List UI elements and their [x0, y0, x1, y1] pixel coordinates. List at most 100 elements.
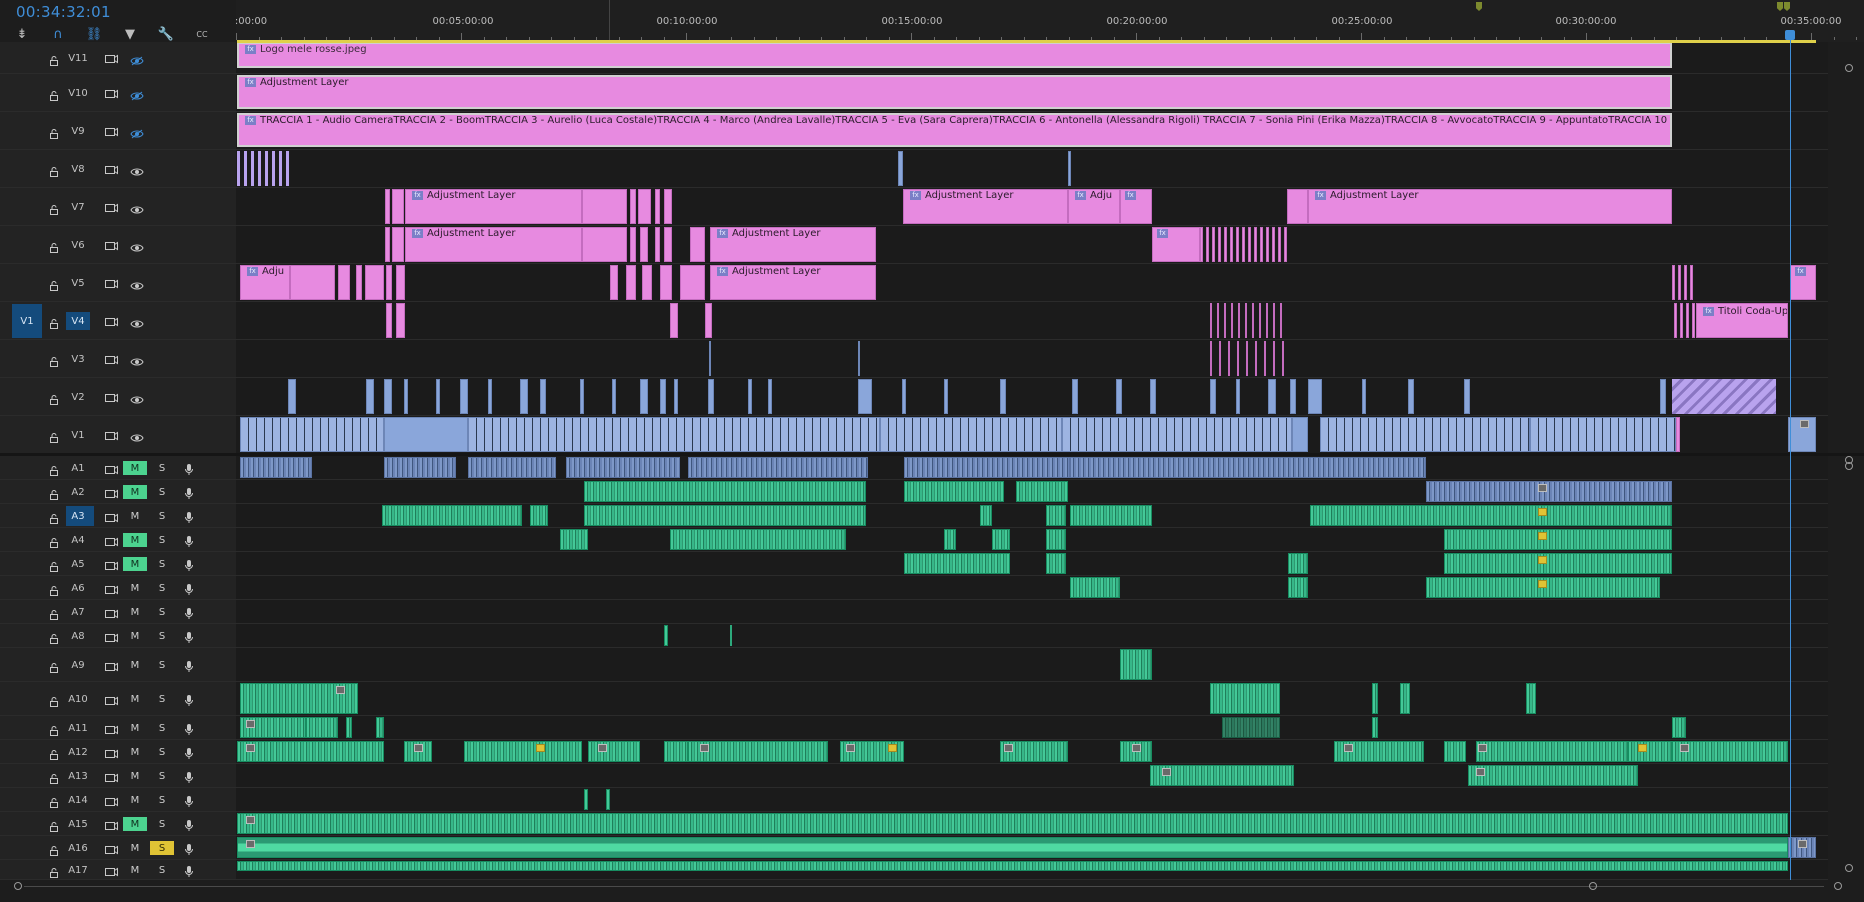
clip-sliver[interactable]: [1212, 227, 1215, 262]
eye-hidden-icon[interactable]: [130, 52, 144, 66]
clip-sliver[interactable]: [640, 227, 648, 262]
mute-button[interactable]: M: [123, 509, 147, 523]
toggle-sync-lock-icon[interactable]: [104, 461, 118, 475]
clip[interactable]: [560, 529, 588, 550]
clip-sliver[interactable]: [1686, 303, 1689, 338]
clip-sliver[interactable]: [768, 379, 772, 414]
video-track-lane-v6[interactable]: fx Adjustment Layer fx Adjustment Layer fx: [236, 226, 1828, 264]
clip-sliver[interactable]: [288, 379, 296, 414]
lock-icon[interactable]: [48, 534, 60, 548]
clip-sliver[interactable]: [1690, 265, 1693, 300]
clip[interactable]: [944, 529, 956, 550]
clip-sliver[interactable]: [384, 379, 392, 414]
track-name[interactable]: V2: [66, 388, 90, 406]
clip-sliver[interactable]: [396, 265, 405, 300]
clip-sliver[interactable]: [258, 151, 261, 186]
vertical-scrollbar[interactable]: [1838, 42, 1860, 880]
mute-button[interactable]: M: [123, 658, 147, 672]
track-name[interactable]: A7: [66, 603, 90, 621]
mute-button[interactable]: M: [123, 461, 147, 475]
clip[interactable]: [1046, 505, 1066, 526]
microphone-icon[interactable]: [184, 841, 198, 855]
toggle-sync-lock-icon[interactable]: [104, 863, 118, 877]
clip[interactable]: [904, 481, 1004, 502]
clip[interactable]: [290, 265, 335, 300]
microphone-icon[interactable]: [184, 605, 198, 619]
clip-sliver[interactable]: [1674, 303, 1677, 338]
solo-button[interactable]: S: [150, 533, 174, 547]
clip[interactable]: fx Titoli Coda-Up: [1696, 303, 1788, 338]
clip-sliver[interactable]: [1252, 303, 1254, 338]
video-track-lane-v8[interactable]: [236, 150, 1828, 188]
audio-track-lane-a14[interactable]: [236, 788, 1828, 812]
clip-sliver[interactable]: [392, 189, 404, 224]
clip[interactable]: [356, 265, 362, 300]
clip-sliver[interactable]: [655, 189, 660, 224]
clip[interactable]: [306, 717, 338, 738]
microphone-icon[interactable]: [184, 581, 198, 595]
microphone-icon[interactable]: [184, 769, 198, 783]
clip-sliver[interactable]: [944, 379, 948, 414]
clip-sliver[interactable]: [902, 379, 906, 414]
clip-sliver[interactable]: [386, 303, 392, 338]
toggle-sync-lock-icon[interactable]: [104, 629, 118, 643]
clip[interactable]: fx: [1152, 227, 1200, 262]
clip[interactable]: [1444, 741, 1466, 762]
clip[interactable]: [588, 741, 640, 762]
lock-icon[interactable]: [48, 277, 60, 291]
video-track-lane-v1[interactable]: [236, 416, 1828, 454]
microphone-icon[interactable]: [184, 658, 198, 672]
mute-button[interactable]: M: [123, 557, 147, 571]
clip-sliver[interactable]: [606, 789, 610, 810]
track-name[interactable]: V1: [66, 426, 90, 444]
toggle-sync-lock-icon[interactable]: [104, 85, 118, 99]
solo-button[interactable]: S: [150, 605, 174, 619]
clip-sliver[interactable]: [655, 227, 660, 262]
clip[interactable]: [1292, 417, 1308, 452]
eye-icon[interactable]: [130, 239, 144, 252]
clip-sliver[interactable]: [1224, 227, 1227, 262]
clip-sliver[interactable]: [272, 151, 275, 186]
lock-icon[interactable]: [48, 693, 60, 707]
clip-sliver[interactable]: [1218, 227, 1221, 262]
clip[interactable]: fx: [1790, 265, 1816, 300]
clip-sliver[interactable]: [385, 189, 390, 224]
clip-sliver[interactable]: [1116, 379, 1122, 414]
track-name[interactable]: A17: [66, 861, 90, 879]
playhead-handle[interactable]: [1785, 30, 1795, 40]
microphone-icon[interactable]: [184, 863, 198, 877]
track-name[interactable]: A2: [66, 483, 90, 501]
solo-button[interactable]: S: [150, 793, 174, 807]
clip-sliver[interactable]: [1408, 379, 1414, 414]
clip[interactable]: fx Adjustment Layer: [710, 265, 876, 300]
mute-button[interactable]: M: [123, 721, 147, 735]
clip[interactable]: fx Adju: [240, 265, 290, 300]
clip-sliver[interactable]: [709, 341, 711, 376]
eye-icon[interactable]: [130, 391, 144, 404]
marker-icon[interactable]: [1784, 2, 1790, 11]
clip-sliver[interactable]: [670, 303, 678, 338]
lock-icon[interactable]: [48, 52, 60, 66]
clip[interactable]: [365, 265, 384, 300]
track-name[interactable]: A8: [66, 627, 90, 645]
track-name[interactable]: A4: [66, 531, 90, 549]
clip[interactable]: [464, 741, 582, 762]
audio-track-lane-a2[interactable]: [236, 480, 1828, 504]
scroll-end-handle[interactable]: [1834, 882, 1842, 890]
clip[interactable]: fx Adjustment Layer: [903, 189, 1068, 224]
audio-track-lane-a4[interactable]: [236, 528, 1828, 552]
clip[interactable]: [1468, 765, 1638, 786]
solo-button[interactable]: S: [150, 721, 174, 735]
solo-button[interactable]: S: [150, 841, 174, 855]
eye-icon[interactable]: [130, 163, 144, 176]
clip-sliver[interactable]: [708, 379, 714, 414]
lock-icon[interactable]: [48, 510, 60, 524]
clip[interactable]: [1046, 553, 1066, 574]
clip-sliver[interactable]: [436, 379, 440, 414]
clip-sliver[interactable]: [1246, 341, 1248, 376]
clip-sliver[interactable]: [1255, 341, 1257, 376]
clip[interactable]: [1070, 505, 1152, 526]
toggle-sync-lock-icon[interactable]: [104, 50, 118, 64]
microphone-icon[interactable]: [184, 817, 198, 831]
mute-button[interactable]: M: [123, 692, 147, 706]
